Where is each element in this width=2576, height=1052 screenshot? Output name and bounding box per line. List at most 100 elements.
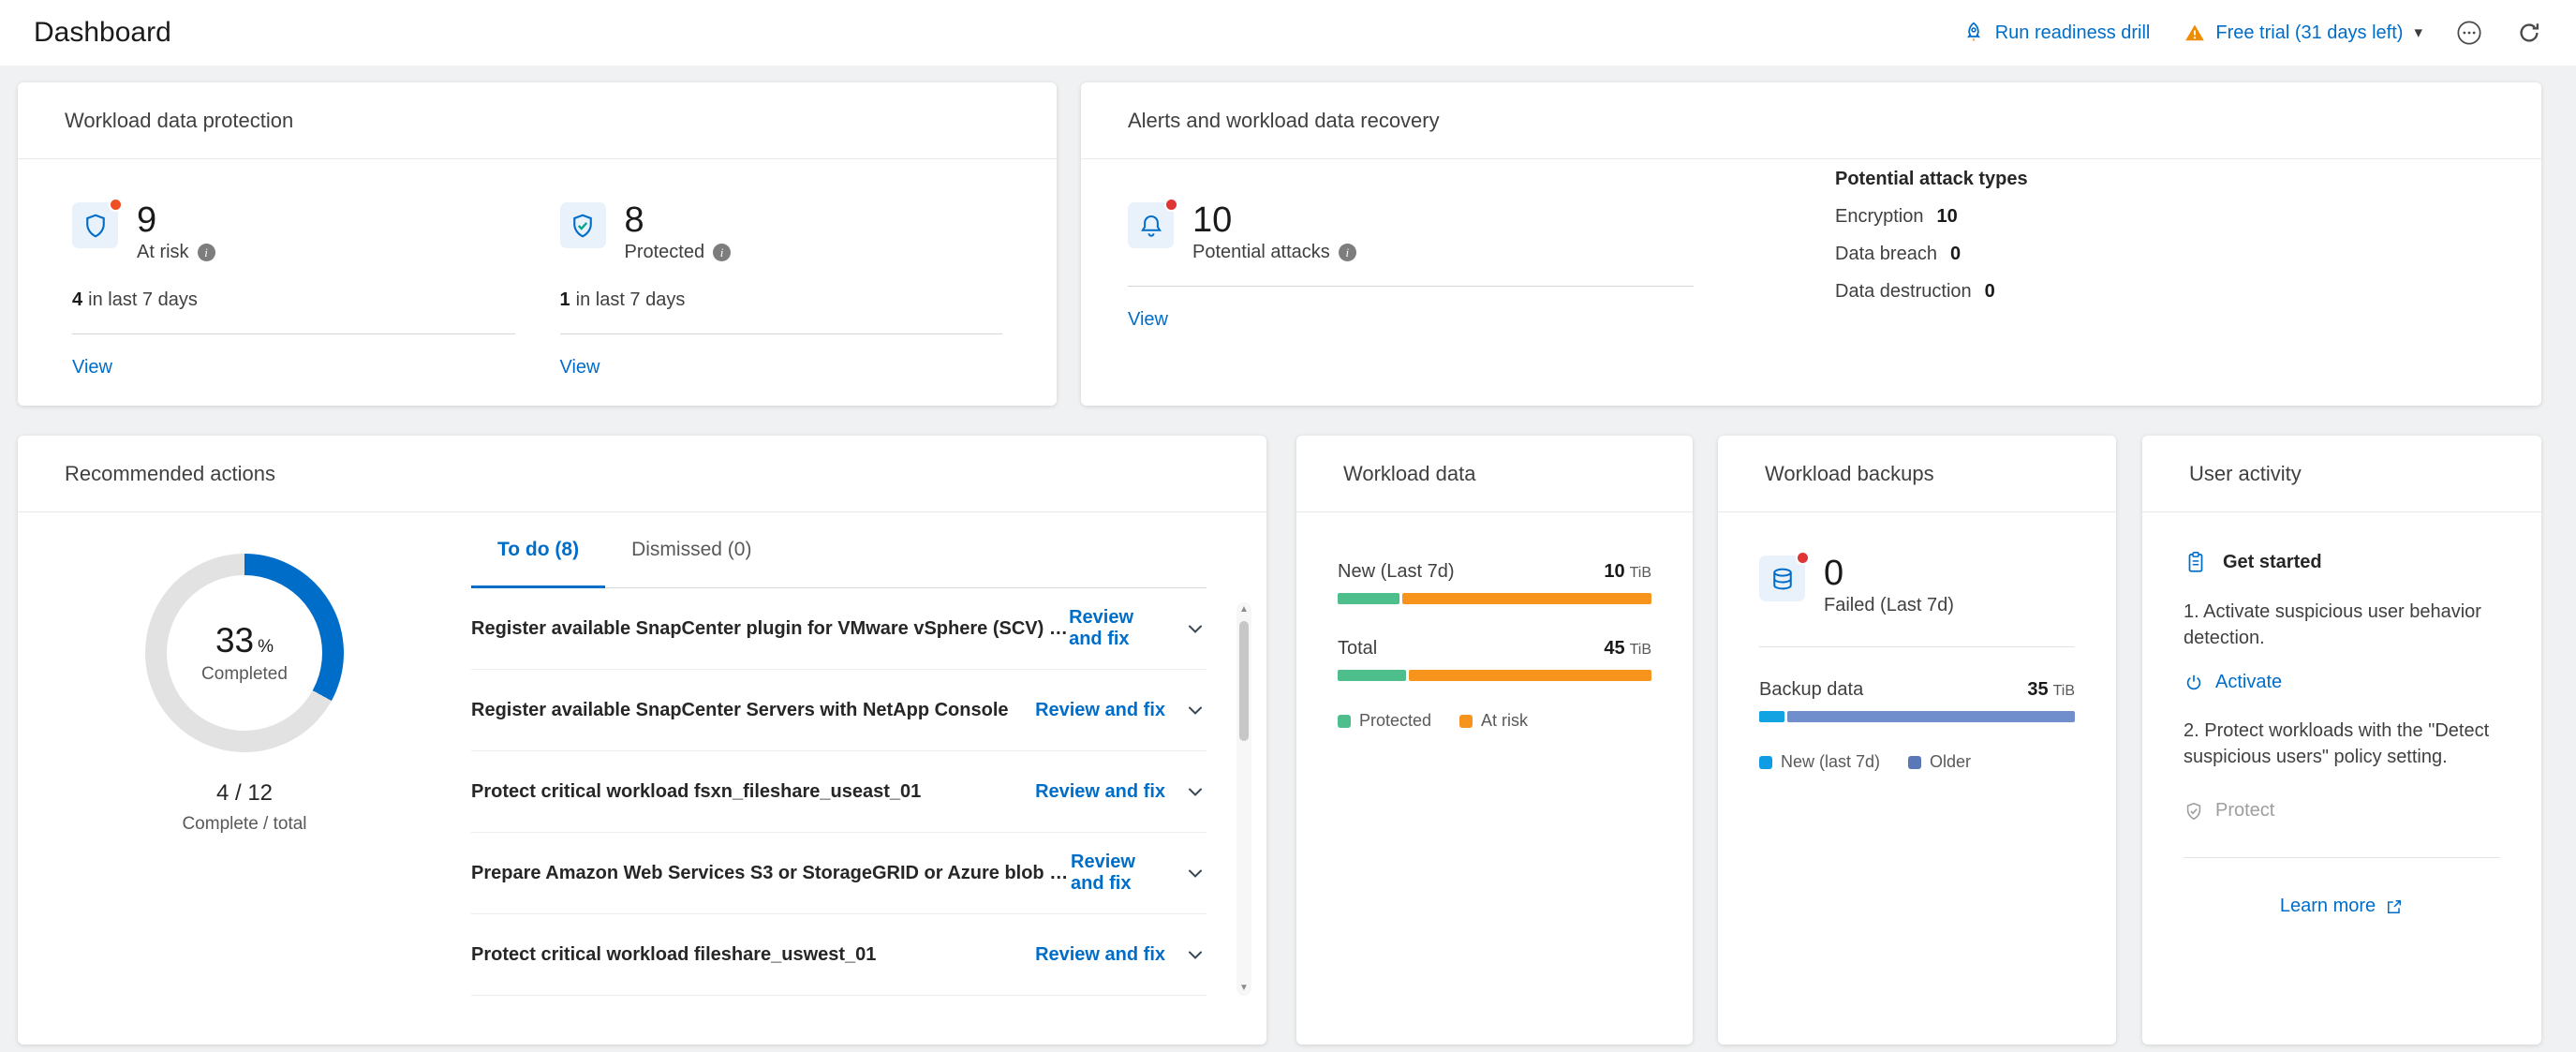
failed-backups-stat: 0 Failed (Last 7d)	[1759, 556, 2075, 616]
info-icon[interactable]: i	[713, 244, 731, 261]
review-and-fix-link[interactable]: Review and fix	[1035, 781, 1165, 803]
chevron-down-icon: ▾	[2414, 23, 2422, 42]
protected-segment	[1338, 670, 1406, 681]
expand-chevron-icon[interactable]	[1184, 699, 1207, 721]
backup-data-row: Backup data 35TiB	[1759, 679, 2075, 701]
scroll-down-arrow[interactable]: ▼	[1239, 984, 1249, 993]
tab-dismissed[interactable]: Dismissed (0)	[605, 512, 777, 587]
alert-badge-dot	[1796, 551, 1810, 565]
alerts-recovery-card: Alerts and workload data recovery 10 Pot…	[1081, 82, 2541, 406]
new-backup-swatch	[1759, 756, 1772, 769]
topbar-actions: Run readiness drill Free trial (31 days …	[1962, 20, 2542, 46]
divider	[1759, 646, 2075, 647]
alert-badge-dot	[109, 198, 123, 212]
protected-stat: 8 Protected i 1in last 7 days View	[560, 202, 1003, 378]
review-and-fix-link[interactable]: Review and fix	[1071, 852, 1165, 895]
review-and-fix-link[interactable]: Review and fix	[1035, 700, 1165, 721]
action-row: Register available SnapCenter Servers wi…	[471, 670, 1207, 751]
warning-icon	[2184, 22, 2206, 44]
info-icon[interactable]: i	[198, 244, 215, 261]
activate-label: Activate	[2215, 672, 2282, 693]
step2-text: 2. Protect workloads with the "Detect su…	[2184, 718, 2500, 770]
list-scrollbar[interactable]: ▲ ▼	[1236, 602, 1251, 996]
potential-attacks-stat: 10 Potential attacks i View	[1128, 202, 1694, 331]
action-title: Protect critical workload fsxn_fileshare…	[471, 781, 921, 803]
new-data-bar	[1338, 593, 1651, 604]
failed-count: 0	[1824, 556, 1954, 591]
potential-attacks-count: 10	[1192, 202, 1356, 238]
shield-at-risk-icon	[72, 202, 118, 248]
at-risk-count: 9	[137, 202, 215, 238]
at-risk-stat: 9 At risk i 4in last 7 days View	[72, 202, 515, 378]
workload-backups-card: Workload backups 0 Failed (Last 7d) Back…	[1718, 436, 2116, 1045]
action-row: Protect critical workload fileshare_uswe…	[471, 914, 1207, 996]
info-icon[interactable]: i	[1339, 244, 1356, 261]
backup-data-bar	[1759, 711, 2075, 722]
workload-data-card: Workload data New (Last 7d) 10TiB Total …	[1296, 436, 1693, 1045]
scrollbar-thumb[interactable]	[1239, 621, 1249, 741]
shield-protected-icon	[560, 202, 606, 248]
workload-protection-body: 9 At risk i 4in last 7 days View	[18, 159, 1057, 378]
backup-data-label: Backup data	[1759, 679, 1863, 701]
refresh-button[interactable]	[2516, 20, 2542, 46]
shield-check-icon	[2184, 801, 2204, 822]
at-risk-segment	[1402, 593, 1651, 604]
expand-chevron-icon[interactable]	[1184, 862, 1207, 884]
activate-button[interactable]: Activate	[2184, 672, 2500, 693]
free-trial-dropdown[interactable]: Free trial (31 days left) ▾	[2184, 22, 2422, 44]
protect-label: Protect	[2215, 800, 2274, 822]
donut-percent: 33	[215, 621, 254, 659]
workload-backups-legend: New (last 7d) Older	[1759, 752, 2075, 772]
learn-more-link[interactable]: Learn more	[2184, 896, 2500, 917]
potential-attacks-icon	[1128, 202, 1174, 248]
workload-data-protection-card: Workload data protection 9 At risk i	[18, 82, 1057, 406]
review-and-fix-link[interactable]: Review and fix	[1069, 607, 1165, 650]
action-title: Register available SnapCenter plugin for…	[471, 618, 1069, 640]
alerts-body: 10 Potential attacks i View Potential at…	[1081, 159, 2541, 331]
card-title: Workload backups	[1718, 436, 2116, 512]
divider	[2184, 857, 2500, 858]
workload-data-legend: Protected At risk	[1338, 711, 1651, 731]
attack-type-row: Encryption10	[1835, 206, 2028, 228]
scroll-up-arrow[interactable]: ▲	[1239, 605, 1249, 615]
power-icon	[2184, 673, 2204, 693]
attacks-view-link[interactable]: View	[1128, 309, 1168, 331]
run-readiness-drill-link[interactable]: Run readiness drill	[1962, 21, 2151, 45]
at-risk-view-link[interactable]: View	[72, 357, 112, 378]
action-title: Prepare Amazon Web Services S3 or Storag…	[471, 863, 1071, 884]
step1-text: 1. Activate suspicious user behavior det…	[2184, 599, 2500, 651]
completion-summary: 33% Completed 4 / 12 Complete / total	[18, 512, 471, 1045]
total-data-bar	[1338, 670, 1651, 681]
rocket-icon	[1962, 21, 1986, 45]
protected-view-link[interactable]: View	[560, 357, 600, 378]
new-backup-segment	[1759, 711, 1784, 722]
attack-types-title: Potential attack types	[1835, 169, 2028, 190]
protect-button[interactable]: Protect	[2184, 800, 2500, 822]
action-title: Register available SnapCenter Servers wi…	[471, 700, 1009, 721]
attack-type-row: Data destruction0	[1835, 281, 2028, 303]
topbar: Dashboard Run readiness drill	[0, 0, 2576, 66]
protected-count: 8	[625, 202, 732, 238]
protected-segment	[1338, 593, 1399, 604]
completion-donut: 33% Completed	[145, 554, 344, 752]
total-data-label: Total	[1338, 638, 1377, 659]
completion-ratio: 4 / 12	[216, 780, 273, 807]
expand-chevron-icon[interactable]	[1184, 617, 1207, 640]
at-risk-label: At risk	[137, 242, 189, 263]
action-title: Protect critical workload fileshare_uswe…	[471, 944, 876, 966]
card-title: Recommended actions	[18, 436, 1266, 512]
divider	[560, 333, 1003, 334]
get-started-row: Get started	[2184, 550, 2500, 574]
clipboard-icon	[2184, 550, 2208, 574]
expand-chevron-icon[interactable]	[1184, 943, 1207, 966]
expand-chevron-icon[interactable]	[1184, 780, 1207, 803]
older-backup-segment	[1787, 711, 2075, 722]
new-data-label: New (Last 7d)	[1338, 561, 1455, 583]
free-trial-label: Free trial (31 days left)	[2215, 22, 2403, 44]
action-row: Prepare Amazon Web Services S3 or Storag…	[471, 833, 1207, 914]
tab-todo[interactable]: To do (8)	[471, 512, 605, 587]
card-title: Workload data	[1296, 436, 1693, 512]
review-and-fix-link[interactable]: Review and fix	[1035, 944, 1165, 966]
donut-caption: Completed	[201, 664, 288, 685]
more-options-button[interactable]	[2456, 20, 2482, 46]
